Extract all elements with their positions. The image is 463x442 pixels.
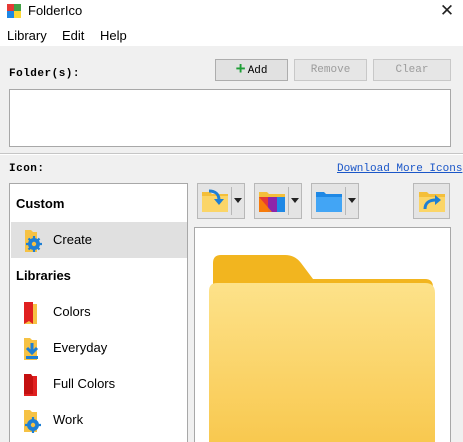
title-bar: FolderIco ✕ [0, 0, 463, 24]
remove-button-label: Remove [310, 64, 351, 76]
plus-icon: + [235, 61, 246, 80]
menu-edit[interactable]: Edit [62, 28, 84, 43]
main-panel: Folder(s): + Add Remove Clear Icon: Downl… [0, 46, 463, 442]
gear-folder-icon [24, 410, 41, 433]
dropdown-arrow-icon[interactable] [234, 198, 242, 203]
download-folder-icon [24, 338, 39, 360]
gear-folder-icon [25, 230, 42, 252]
apply-folder-icon [202, 189, 228, 212]
close-button[interactable]: ✕ [436, 0, 458, 22]
divider-highlight [0, 154, 463, 155]
add-button[interactable]: + Add [215, 59, 288, 81]
red-folder-icon [24, 302, 37, 324]
icon-label: Icon: [9, 163, 45, 175]
window-title: FolderIco [28, 3, 83, 18]
blue-folder-icon [316, 192, 342, 212]
libraries-header: Libraries [16, 268, 71, 283]
library-item-label: Create [53, 232, 93, 247]
icon-preview [194, 227, 451, 442]
dropdown-arrow-icon[interactable] [291, 198, 299, 203]
clear-button-label: Clear [395, 64, 429, 76]
red-flag-folder-icon [24, 374, 37, 396]
library-item-create[interactable]: Create [11, 222, 187, 258]
folder-list[interactable] [9, 89, 451, 147]
color-folder-icon [259, 192, 285, 212]
library-item-colors[interactable]: Colors [11, 294, 187, 330]
export-icon-button[interactable] [413, 183, 450, 219]
library-item-everyday[interactable]: Everyday [11, 330, 187, 366]
apply-icon-dropdown[interactable] [197, 183, 245, 219]
clear-button[interactable]: Clear [373, 59, 451, 81]
color-icon-dropdown[interactable] [254, 183, 302, 219]
menu-bar: Library Edit Help [0, 24, 463, 46]
dropdown-arrow-icon[interactable] [348, 198, 356, 203]
app-logo-icon [7, 4, 21, 18]
export-folder-icon [419, 192, 445, 212]
dropdown-divider [288, 187, 289, 215]
remove-button[interactable]: Remove [294, 59, 367, 81]
menu-help[interactable]: Help [100, 28, 127, 43]
add-button-label: Add [247, 65, 268, 77]
blue-icon-dropdown[interactable] [311, 183, 359, 219]
folder-preview-icon [209, 255, 435, 442]
library-item-full-colors[interactable]: Full Colors [11, 366, 187, 402]
library-item-label: Work [53, 412, 84, 427]
dropdown-divider [231, 187, 232, 215]
library-item-work[interactable]: Work [11, 402, 187, 438]
library-item-label: Full Colors [53, 376, 116, 391]
library-panel: Custom Create Libraries Colors Everyday … [9, 183, 188, 442]
custom-header: Custom [16, 196, 65, 211]
library-item-label: Everyday [53, 340, 108, 355]
folders-label: Folder(s): [9, 68, 81, 80]
dropdown-divider [345, 187, 346, 215]
download-more-icons-link[interactable]: Download More Icons [337, 163, 462, 175]
menu-library[interactable]: Library [7, 28, 47, 43]
library-item-label: Colors [53, 304, 91, 319]
